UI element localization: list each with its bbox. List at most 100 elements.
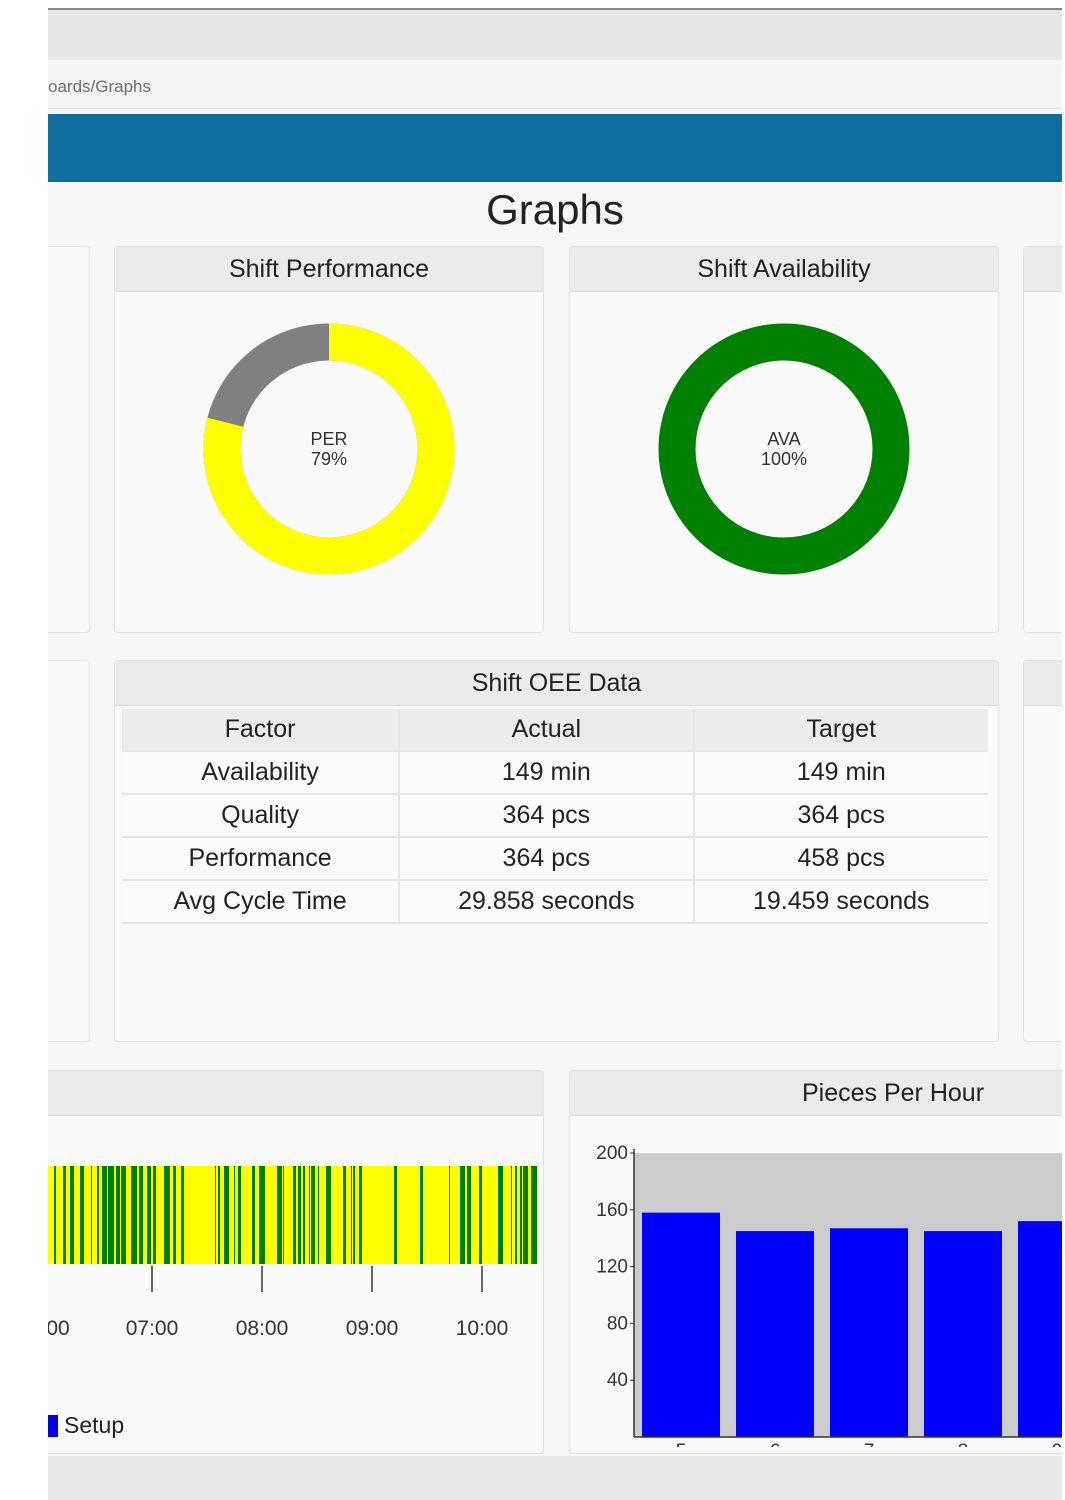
x-tick-label: 5 (676, 1441, 687, 1447)
timeline-stop-segment (164, 1166, 170, 1264)
bar-hour-9[interactable] (1018, 1221, 1062, 1437)
bar-hour-5[interactable] (642, 1212, 720, 1437)
header-actual[interactable]: Actual (399, 709, 695, 752)
bar-hour-7[interactable] (830, 1228, 908, 1437)
page-title: Graphs (486, 186, 624, 233)
timeline-stop-segment (511, 1166, 512, 1264)
availability-value: 100% (760, 449, 808, 469)
timeline-stop-segment (97, 1166, 99, 1264)
shift-oee-panel: Shift OEE Data Factor Actual Target Avai… (114, 660, 999, 1042)
timeline-stop-segment (479, 1166, 482, 1264)
timeline-stop-segment (520, 1166, 522, 1264)
right-panel-head (1024, 247, 1062, 292)
shift-performance-panel: Shift Performance PER 79% (114, 246, 544, 633)
performance-label: PER (310, 429, 348, 449)
timeline-stop-segment (303, 1166, 305, 1264)
bar-hour-6[interactable] (736, 1231, 814, 1437)
timeline-stop-segment (131, 1166, 137, 1264)
setup-swatch (48, 1414, 58, 1437)
timeline-stop-segment (91, 1166, 92, 1264)
cell-target: 364 pcs (693, 794, 988, 838)
timeline-ticks: 00 07:00 08:00 09:00 10:00 (48, 1266, 508, 1340)
availability-label: AVA (767, 429, 801, 449)
timeline-stop-segment (63, 1166, 66, 1264)
cell-factor: Availability (122, 751, 401, 795)
cell-target: 458 pcs (693, 837, 988, 881)
timeline-title (48, 1071, 543, 1116)
breadcrumb[interactable]: oards/Graphs (48, 77, 151, 97)
shift-timeline-chart: 00 07:00 08:00 09:00 10:00 (48, 1166, 537, 1340)
pieces-per-hour-chart: 5 6 7 8 9 40 80 120 160 200 (596, 1143, 1062, 1447)
timeline-stop-segment (353, 1166, 355, 1264)
table-row: Quality 364 pcs 364 pcs (122, 794, 988, 838)
header-target[interactable]: Target (693, 709, 988, 752)
shift-availability-title: Shift Availability (570, 247, 998, 292)
bar-hour-8[interactable] (924, 1231, 1002, 1437)
timeline-stop-segment (351, 1166, 352, 1264)
table-row: Availability 149 min 149 min (122, 751, 988, 795)
timeline-stop-segment (467, 1166, 471, 1264)
timeline-stop-segment (215, 1166, 216, 1264)
timeline-stop-segment (283, 1166, 284, 1264)
timeline-stop-segment (121, 1166, 126, 1264)
availability-donut-label: AVA 100% (724, 429, 844, 469)
x-tick-label: 8 (958, 1441, 969, 1447)
cell-actual: 29.858 seconds (399, 880, 695, 924)
pieces-per-hour-title: Pieces Per Hour (570, 1071, 1062, 1116)
cell-actual: 149 min (399, 751, 695, 795)
timeline-stop-segment (80, 1166, 84, 1264)
y-tick-label: 160 (596, 1200, 628, 1221)
app-window: oards/Graphs Graphs Shift Performance PE… (48, 8, 1062, 1500)
timeline-stop-segment (326, 1166, 331, 1264)
timeline-stop-segment (531, 1166, 537, 1264)
setup-legend-label: Setup (64, 1412, 125, 1438)
cell-actual: 364 pcs (399, 794, 695, 838)
timeline-stop-segment (218, 1166, 220, 1264)
timeline-stop-segment (523, 1166, 528, 1264)
timeline-tick-label: 08:00 (236, 1317, 289, 1340)
x-tick-label: 7 (864, 1441, 875, 1447)
timeline-stop-segment (309, 1166, 310, 1264)
timeline-stop-segment (173, 1166, 176, 1264)
left-panel-partial (48, 246, 90, 633)
y-tick-label: 40 (607, 1370, 628, 1391)
top-bar (48, 10, 1062, 60)
right-panel-partial-2 (1023, 660, 1062, 1042)
timeline-stop-segment (460, 1166, 465, 1264)
timeline-stop-segment (147, 1166, 151, 1264)
timeline-stop-segment (298, 1166, 301, 1264)
timeline-stop-segment (252, 1166, 255, 1264)
cell-target: 149 min (693, 751, 988, 795)
timeline-stop-segment (116, 1166, 120, 1264)
pieces-per-hour-panel: Pieces Per Hour 5 6 7 8 9 40 80 120 160 200 (569, 1070, 1062, 1454)
timeline-stop-segment (394, 1166, 397, 1264)
timeline-stop-segment (498, 1166, 503, 1264)
x-tick-label: 6 (770, 1441, 781, 1447)
header-factor[interactable]: Factor (122, 709, 401, 752)
table-row: Performance 364 pcs 458 pcs (122, 837, 988, 881)
timeline-stop-segment (181, 1166, 184, 1264)
performance-donut-label: PER 79% (269, 429, 389, 469)
timeline-stop-segment (102, 1166, 107, 1264)
timeline-tick-label: 07:00 (126, 1317, 179, 1340)
timeline-stop-segment (139, 1166, 143, 1264)
cell-actual: 364 pcs (399, 837, 695, 881)
left-panel-partial-2 (48, 660, 90, 1042)
timeline-tick-label: 10:00 (456, 1317, 509, 1340)
performance-value: 79% (310, 449, 348, 469)
timeline-stop-segment (70, 1166, 74, 1264)
timeline-tick-label: 00 (48, 1317, 70, 1340)
pieces-per-hour-title-text: Pieces Per Hour (802, 1079, 985, 1107)
y-tick-label: 80 (607, 1313, 628, 1334)
timeline-stop-segment (343, 1166, 346, 1264)
breadcrumb-bar: oards/Graphs (48, 66, 1062, 109)
timeline-stop-segment (449, 1166, 450, 1264)
cell-factor: Performance (122, 837, 401, 881)
cell-target: 19.459 seconds (693, 880, 988, 924)
timeline-stop-segment (293, 1166, 296, 1264)
timeline-stop-segment (153, 1166, 156, 1264)
x-tick-label: 9 (1052, 1441, 1062, 1447)
shift-availability-panel: Shift Availability AVA 100% (569, 246, 999, 633)
timeline-stop-segment (311, 1166, 315, 1264)
timeline-stop-segment (234, 1166, 235, 1264)
